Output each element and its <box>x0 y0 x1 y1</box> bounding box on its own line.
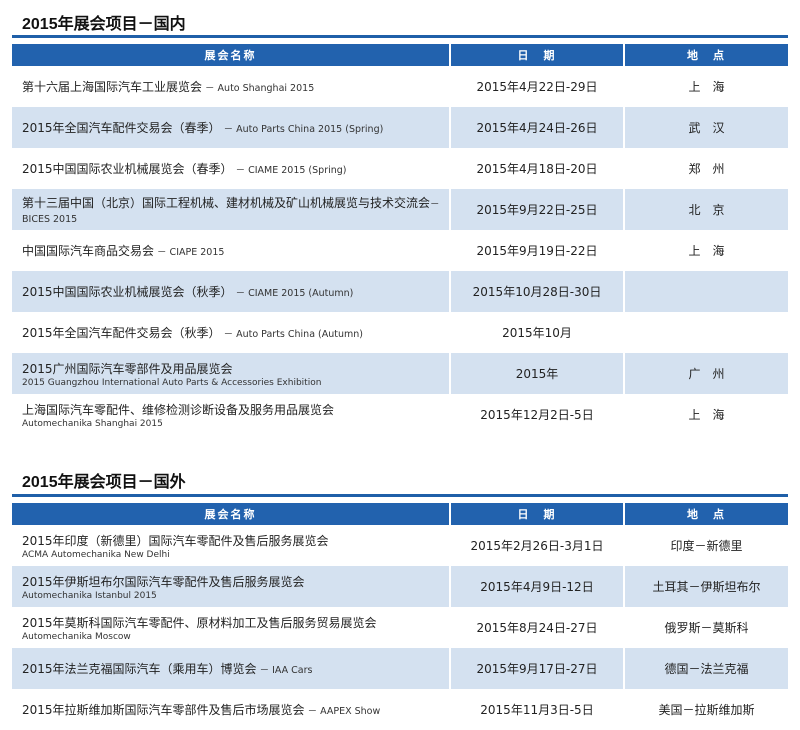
event-name: 2015年印度（新德里）国际汽车零配件及售后服务展览会 <box>22 533 329 548</box>
header-name: 展会名称 <box>12 44 451 66</box>
event-english-name: 2015 Guangzhou International Auto Parts … <box>22 377 322 388</box>
event-name: 第十六届上海国际汽车工业展览会 <box>22 80 203 94</box>
event-name: 2015年全国汽车配件交易会（春季） <box>22 121 221 135</box>
event-name-cell: 2015年全国汽车配件交易会（秋季） － Auto Parts China (A… <box>12 312 451 353</box>
table-row: 2015年伊斯坦布尔国际汽车零配件及售后服务展览会 Automechanika I… <box>12 566 788 607</box>
event-location: 北 京 <box>625 189 788 230</box>
event-location <box>625 312 788 353</box>
event-name-cell: 2015年印度（新德里）国际汽车零配件及售后服务展览会 ACMA Automech… <box>12 525 451 566</box>
event-date: 2015年 <box>451 353 625 394</box>
table-row: 第十三届中国（北京）国际工程机械、建材机械及矿山机械展览与技术交流会－BICES… <box>12 189 788 230</box>
header-name: 展会名称 <box>12 503 451 525</box>
event-location: 德国－法兰克福 <box>625 648 788 689</box>
table-row: 2015中国国际农业机械展览会（秋季） － CIAME 2015 (Autumn… <box>12 271 788 312</box>
table-row: 上海国际汽车零配件、维修检测诊断设备及服务用品展览会 Automechanika … <box>12 394 788 435</box>
event-location: 郑 州 <box>688 162 725 176</box>
event-english-name: Automechanika Istanbul 2015 <box>22 590 157 601</box>
event-date: 2015年10月 <box>451 312 625 353</box>
event-name: 2015广州国际汽车零部件及用品展览会 <box>22 361 233 376</box>
table-row: 中国国际汽车商品交易会 － CIAPE 2015 2015年9月19日-22日上 … <box>12 230 788 271</box>
event-date: 2015年4月22日-29日 <box>451 66 625 107</box>
header-place: 地 点 <box>625 503 788 525</box>
event-location: 广 州 <box>625 353 788 394</box>
event-name-cell: 第十六届上海国际汽车工业展览会 － Auto Shanghai 2015 <box>12 66 451 107</box>
event-english-name: － CIAME 2015 (Autumn) <box>232 288 354 299</box>
event-english-name: － CIAPE 2015 <box>154 247 225 258</box>
event-name: 2015中国国际农业机械展览会（秋季） <box>22 285 233 299</box>
event-date: 2015年11月3日-5日 <box>451 689 625 730</box>
table-row: 2015广州国际汽车零部件及用品展览会 2015 Guangzhou Intern… <box>12 353 788 394</box>
event-name-cell: 中国国际汽车商品交易会 － CIAPE 2015 <box>12 230 451 271</box>
header-date: 日 期 <box>451 44 625 66</box>
event-english-name: － IAA Cars <box>256 665 313 676</box>
table-header-row: 展会名称 日 期 地 点 <box>12 44 788 66</box>
header-date: 日 期 <box>451 503 625 525</box>
event-name: 2015年伊斯坦布尔国际汽车零配件及售后服务展览会 <box>22 574 305 589</box>
event-english-name: － Auto Parts China (Autumn) <box>220 329 363 340</box>
event-english-name: ACMA Automechanika New Delhi <box>22 549 170 560</box>
event-date: 2015年9月19日-22日 <box>451 230 625 271</box>
domestic-title-rule <box>12 35 788 38</box>
event-name: 2015年全国汽车配件交易会（秋季） <box>22 326 221 340</box>
event-name: 中国国际汽车商品交易会 <box>22 244 155 258</box>
event-location: 美国－拉斯维加斯 <box>658 703 755 717</box>
event-location: 俄罗斯－莫斯科 <box>664 621 749 635</box>
event-location: 土耳其－伊斯坦布尔 <box>625 566 788 607</box>
event-location: 上 海 <box>688 80 725 94</box>
event-english-name: － AAPEX Show <box>304 706 381 717</box>
international-events-table: 展会名称 日 期 地 点 2015年印度（新德里）国际汽车零配件及售后服务展览会… <box>12 503 788 730</box>
table-row: 2015年莫斯科国际汽车零配件、原材料加工及售后服务贸易展览会 Automecha… <box>12 607 788 648</box>
event-name-cell: 2015年伊斯坦布尔国际汽车零配件及售后服务展览会 Automechanika I… <box>12 566 451 607</box>
table-row: 2015年全国汽车配件交易会（秋季） － Auto Parts China (A… <box>12 312 788 353</box>
event-name-cell: 2015年法兰克福国际汽车（乘用车）博览会 － IAA Cars <box>12 648 451 689</box>
event-date: 2015年4月24日-26日 <box>451 107 625 148</box>
event-name-cell: 2015年拉斯维加斯国际汽车零部件及售后市场展览会 － AAPEX Show <box>12 689 451 730</box>
event-name: 上海国际汽车零配件、维修检测诊断设备及服务用品展览会 <box>22 402 335 417</box>
domestic-events-table: 展会名称 日 期 地 点 第十六届上海国际汽车工业展览会 － Auto Shan… <box>12 44 788 435</box>
event-location: 上 海 <box>688 408 725 422</box>
event-date: 2015年9月17日-27日 <box>451 648 625 689</box>
event-location: 印度－新德里 <box>670 539 743 553</box>
event-date: 2015年8月24日-27日 <box>451 607 625 648</box>
table-header-row: 展会名称 日 期 地 点 <box>12 503 788 525</box>
event-date: 2015年12月2日-5日 <box>451 394 625 435</box>
table-row: 2015年法兰克福国际汽车（乘用车）博览会 － IAA Cars 2015年9月1… <box>12 648 788 689</box>
event-name-cell: 2015中国国际农业机械展览会（春季） － CIAME 2015 (Spring… <box>12 148 451 189</box>
domestic-section-title: 2015年展会项目－国内 <box>22 16 186 33</box>
event-name-cell: 上海国际汽车零配件、维修检测诊断设备及服务用品展览会 Automechanika … <box>12 394 451 435</box>
event-name-cell: 2015广州国际汽车零部件及用品展览会 2015 Guangzhou Intern… <box>12 353 451 394</box>
international-section-title: 2015年展会项目－国外 <box>22 474 186 491</box>
event-name: 2015年拉斯维加斯国际汽车零部件及售后市场展览会 <box>22 703 305 717</box>
table-row: 第十六届上海国际汽车工业展览会 － Auto Shanghai 2015 2015… <box>12 66 788 107</box>
event-name: 2015中国国际农业机械展览会（春季） <box>22 162 233 176</box>
event-name: 第十三届中国（北京）国际工程机械、建材机械及矿山机械展览与技术交流会 <box>22 196 431 210</box>
event-name-cell: 2015年全国汽车配件交易会（春季） － Auto Parts China 20… <box>12 107 451 148</box>
table-row: 2015年印度（新德里）国际汽车零配件及售后服务展览会 ACMA Automech… <box>12 525 788 566</box>
event-date: 2015年4月18日-20日 <box>451 148 625 189</box>
event-english-name: － CIAME 2015 (Spring) <box>232 165 347 176</box>
table-row: 2015年拉斯维加斯国际汽车零部件及售后市场展览会 － AAPEX Show 20… <box>12 689 788 730</box>
event-english-name: － Auto Parts China 2015 (Spring) <box>220 124 384 135</box>
event-english-name: Automechanika Moscow <box>22 631 131 642</box>
event-english-name: Automechanika Shanghai 2015 <box>22 418 163 429</box>
event-name-cell: 2015年莫斯科国际汽车零配件、原材料加工及售后服务贸易展览会 Automecha… <box>12 607 451 648</box>
table-row: 2015中国国际农业机械展览会（春季） － CIAME 2015 (Spring… <box>12 148 788 189</box>
event-name: 2015年莫斯科国际汽车零配件、原材料加工及售后服务贸易展览会 <box>22 615 377 630</box>
event-date: 2015年2月26日-3月1日 <box>451 525 625 566</box>
event-name-cell: 2015中国国际农业机械展览会（秋季） － CIAME 2015 (Autumn… <box>12 271 451 312</box>
event-date: 2015年10月28日-30日 <box>451 271 625 312</box>
event-name-cell: 第十三届中国（北京）国际工程机械、建材机械及矿山机械展览与技术交流会－BICES… <box>12 189 451 230</box>
event-english-name: － Auto Shanghai 2015 <box>202 83 315 94</box>
table-row: 2015年全国汽车配件交易会（春季） － Auto Parts China 20… <box>12 107 788 148</box>
event-location <box>625 271 788 312</box>
event-date: 2015年4月9日-12日 <box>451 566 625 607</box>
event-date: 2015年9月22日-25日 <box>451 189 625 230</box>
event-location: 武 汉 <box>625 107 788 148</box>
event-location: 上 海 <box>688 244 725 258</box>
event-name: 2015年法兰克福国际汽车（乘用车）博览会 <box>22 662 257 676</box>
international-title-rule <box>12 494 788 497</box>
header-place: 地 点 <box>625 44 788 66</box>
